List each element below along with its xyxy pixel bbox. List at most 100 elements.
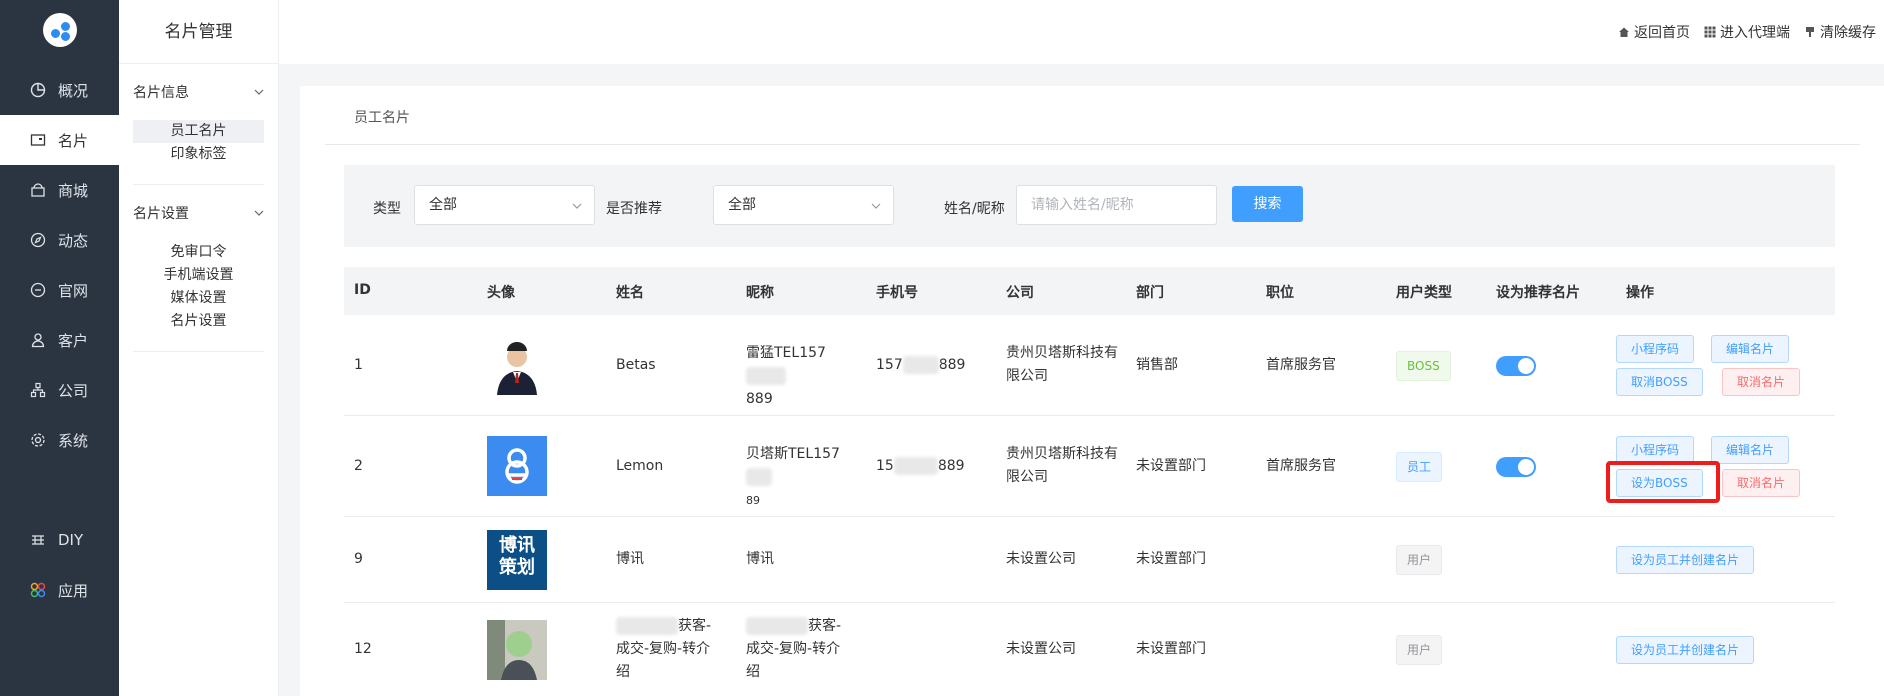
- nav-label: DIY: [58, 531, 84, 549]
- avatar: 博讯 策划: [487, 530, 547, 590]
- subnav-item-staff-card[interactable]: 员工名片: [133, 120, 264, 143]
- nav-label: 公司: [58, 381, 89, 400]
- avatar: [487, 335, 547, 395]
- edit-card-button[interactable]: 编辑名片: [1711, 436, 1790, 464]
- nav-item-company[interactable]: 公司: [0, 365, 119, 415]
- col-header: 用户类型: [1396, 285, 1452, 301]
- nav-item-card[interactable]: 名片: [0, 115, 119, 165]
- home-link[interactable]: 返回首页: [1618, 22, 1690, 42]
- staff-table: ID 头像 姓名 昵称 手机号 公司 部门 职位 用户类型 设为推荐名片 操作 …: [344, 267, 1835, 696]
- table-row: 9 博讯 策划 博讯 博讯 未设置公司 未设置部门 用户 设为员工并创建名片: [344, 517, 1835, 603]
- chevron-down-icon: [871, 203, 881, 209]
- subnav-title: 名片管理: [119, 0, 278, 64]
- nav-label: 系统: [58, 431, 89, 450]
- subnav-group-header[interactable]: 名片信息: [133, 64, 264, 120]
- nav-item-customer[interactable]: 客户: [0, 315, 119, 365]
- nav-item-diy[interactable]: DIY: [0, 515, 119, 565]
- cell-name: 获客- 成交-复购-转介 绍: [616, 615, 726, 684]
- nav-item-system[interactable]: 系统: [0, 415, 119, 465]
- cell-id: 9: [354, 551, 363, 567]
- cell-nickname: 博讯: [746, 551, 774, 567]
- type-select-value: 全部: [429, 197, 457, 213]
- search-button[interactable]: 搜索: [1232, 186, 1303, 222]
- filter-bar: 类型 全部 是否推荐 全部 姓名/昵称 搜索: [344, 165, 1835, 247]
- col-header: ID: [354, 282, 371, 298]
- agent-link[interactable]: 进入代理端: [1704, 22, 1790, 42]
- clear-cache-link[interactable]: 清除缓存: [1804, 22, 1876, 42]
- make-staff-button[interactable]: 设为员工并创建名片: [1616, 636, 1755, 664]
- nav-label: 客户: [58, 331, 89, 350]
- main-panel: 员工名片 类型 全部 是否推荐 全部 姓名/昵称 搜索 ID 头像 姓名 昵称 …: [300, 86, 1884, 696]
- cell-id: 12: [354, 641, 372, 657]
- type-select[interactable]: 全部: [414, 185, 595, 225]
- cell-company: 贵州贝塔斯科技有限公司: [1006, 446, 1118, 485]
- nav-label: 官网: [58, 281, 89, 300]
- sub-sidebar: 名片管理 名片信息 员工名片 印象标签 名片设置 免审口令 手机端设置 媒体设置…: [119, 0, 279, 696]
- edit-card-button[interactable]: 编辑名片: [1711, 335, 1790, 363]
- recommend-toggle[interactable]: [1496, 356, 1536, 376]
- cell-position: 首席服务官: [1266, 357, 1336, 373]
- name-part: 成交-复购-转介: [616, 641, 711, 657]
- col-header: 头像: [487, 285, 515, 301]
- cell-phone: 15 889: [876, 455, 965, 478]
- cancel-card-button[interactable]: 取消名片: [1722, 469, 1801, 497]
- table-row: 12 获客- 成交-复购-转介 绍 获客- 成交-复购-转介 绍 未设置公司 未…: [344, 603, 1835, 696]
- cancel-card-button[interactable]: 取消名片: [1722, 368, 1801, 396]
- cell-department: 未设置部门: [1136, 458, 1206, 474]
- nav-item-apps[interactable]: 应用: [0, 565, 119, 615]
- table-header: ID 头像 姓名 昵称 手机号 公司 部门 职位 用户类型 设为推荐名片 操作: [344, 267, 1835, 315]
- subnav-item-media-settings[interactable]: 媒体设置: [133, 287, 264, 310]
- recommend-select[interactable]: 全部: [713, 185, 894, 225]
- avatar: [487, 620, 547, 680]
- cell-id: 1: [354, 357, 363, 373]
- diy-icon: [30, 532, 46, 548]
- user-type-badge: 用户: [1396, 635, 1443, 665]
- subnav-group-info: 名片信息 员工名片 印象标签: [119, 64, 278, 166]
- subnav-item-mobile-settings[interactable]: 手机端设置: [133, 264, 264, 287]
- col-header: 职位: [1266, 285, 1294, 301]
- make-staff-button[interactable]: 设为员工并创建名片: [1616, 546, 1755, 574]
- cell-name: Lemon: [616, 458, 664, 474]
- nav-label: 商城: [58, 181, 89, 200]
- nav-item-website[interactable]: 官网: [0, 265, 119, 315]
- avatar-text: 博讯: [499, 535, 535, 556]
- recommend-label: 是否推荐: [606, 201, 662, 217]
- phone-part: 157: [876, 357, 903, 373]
- nickname-part: 贝塔斯TEL157: [746, 446, 840, 462]
- chevron-down-icon: [572, 203, 582, 209]
- cell-company: 贵州贝塔斯科技有限公司: [1006, 345, 1118, 384]
- page-tab-title[interactable]: 员工名片: [354, 107, 410, 127]
- qrcode-button[interactable]: 小程序码: [1616, 436, 1695, 464]
- subnav-group-header[interactable]: 名片设置: [133, 185, 264, 241]
- cancel-boss-button[interactable]: 取消BOSS: [1616, 368, 1703, 396]
- subnav-item-card-settings[interactable]: 名片设置: [133, 310, 264, 333]
- col-header: 操作: [1626, 285, 1654, 301]
- nav-item-shop[interactable]: 商城: [0, 165, 119, 215]
- qrcode-button[interactable]: 小程序码: [1616, 335, 1695, 363]
- nav-label: 动态: [58, 231, 89, 250]
- subnav-item-impression-tags[interactable]: 印象标签: [133, 143, 264, 166]
- avatar-text: 策划: [499, 557, 535, 578]
- name-search-input[interactable]: [1016, 185, 1217, 225]
- nickname-part: 雷猛TEL157: [746, 345, 826, 361]
- cell-department: 未设置部门: [1136, 641, 1206, 657]
- user-type-badge: 用户: [1396, 545, 1443, 575]
- app-logo[interactable]: [43, 13, 77, 47]
- top-bar: 返回首页 进入代理端 清除缓存: [279, 0, 1884, 64]
- nickname-part: 获客-: [808, 618, 842, 634]
- home-icon: [1619, 27, 1629, 37]
- name-part: 获客-: [678, 618, 712, 634]
- subnav-item-audit-code[interactable]: 免审口令: [133, 241, 264, 264]
- chevron-down-icon: [254, 210, 264, 216]
- recommend-select-value: 全部: [728, 197, 756, 213]
- recommend-toggle[interactable]: [1496, 457, 1536, 477]
- col-header: 部门: [1136, 285, 1164, 301]
- chevron-down-icon: [254, 89, 264, 95]
- name-part: 绍: [616, 664, 630, 680]
- apps-icon: [30, 582, 46, 598]
- nav-item-feed[interactable]: 动态: [0, 215, 119, 265]
- cell-nickname: 雷猛TEL157 889: [746, 342, 856, 411]
- cell-name: 博讯: [616, 551, 644, 567]
- nav-item-overview[interactable]: 概况: [0, 65, 119, 115]
- phone-part: 889: [938, 357, 966, 373]
